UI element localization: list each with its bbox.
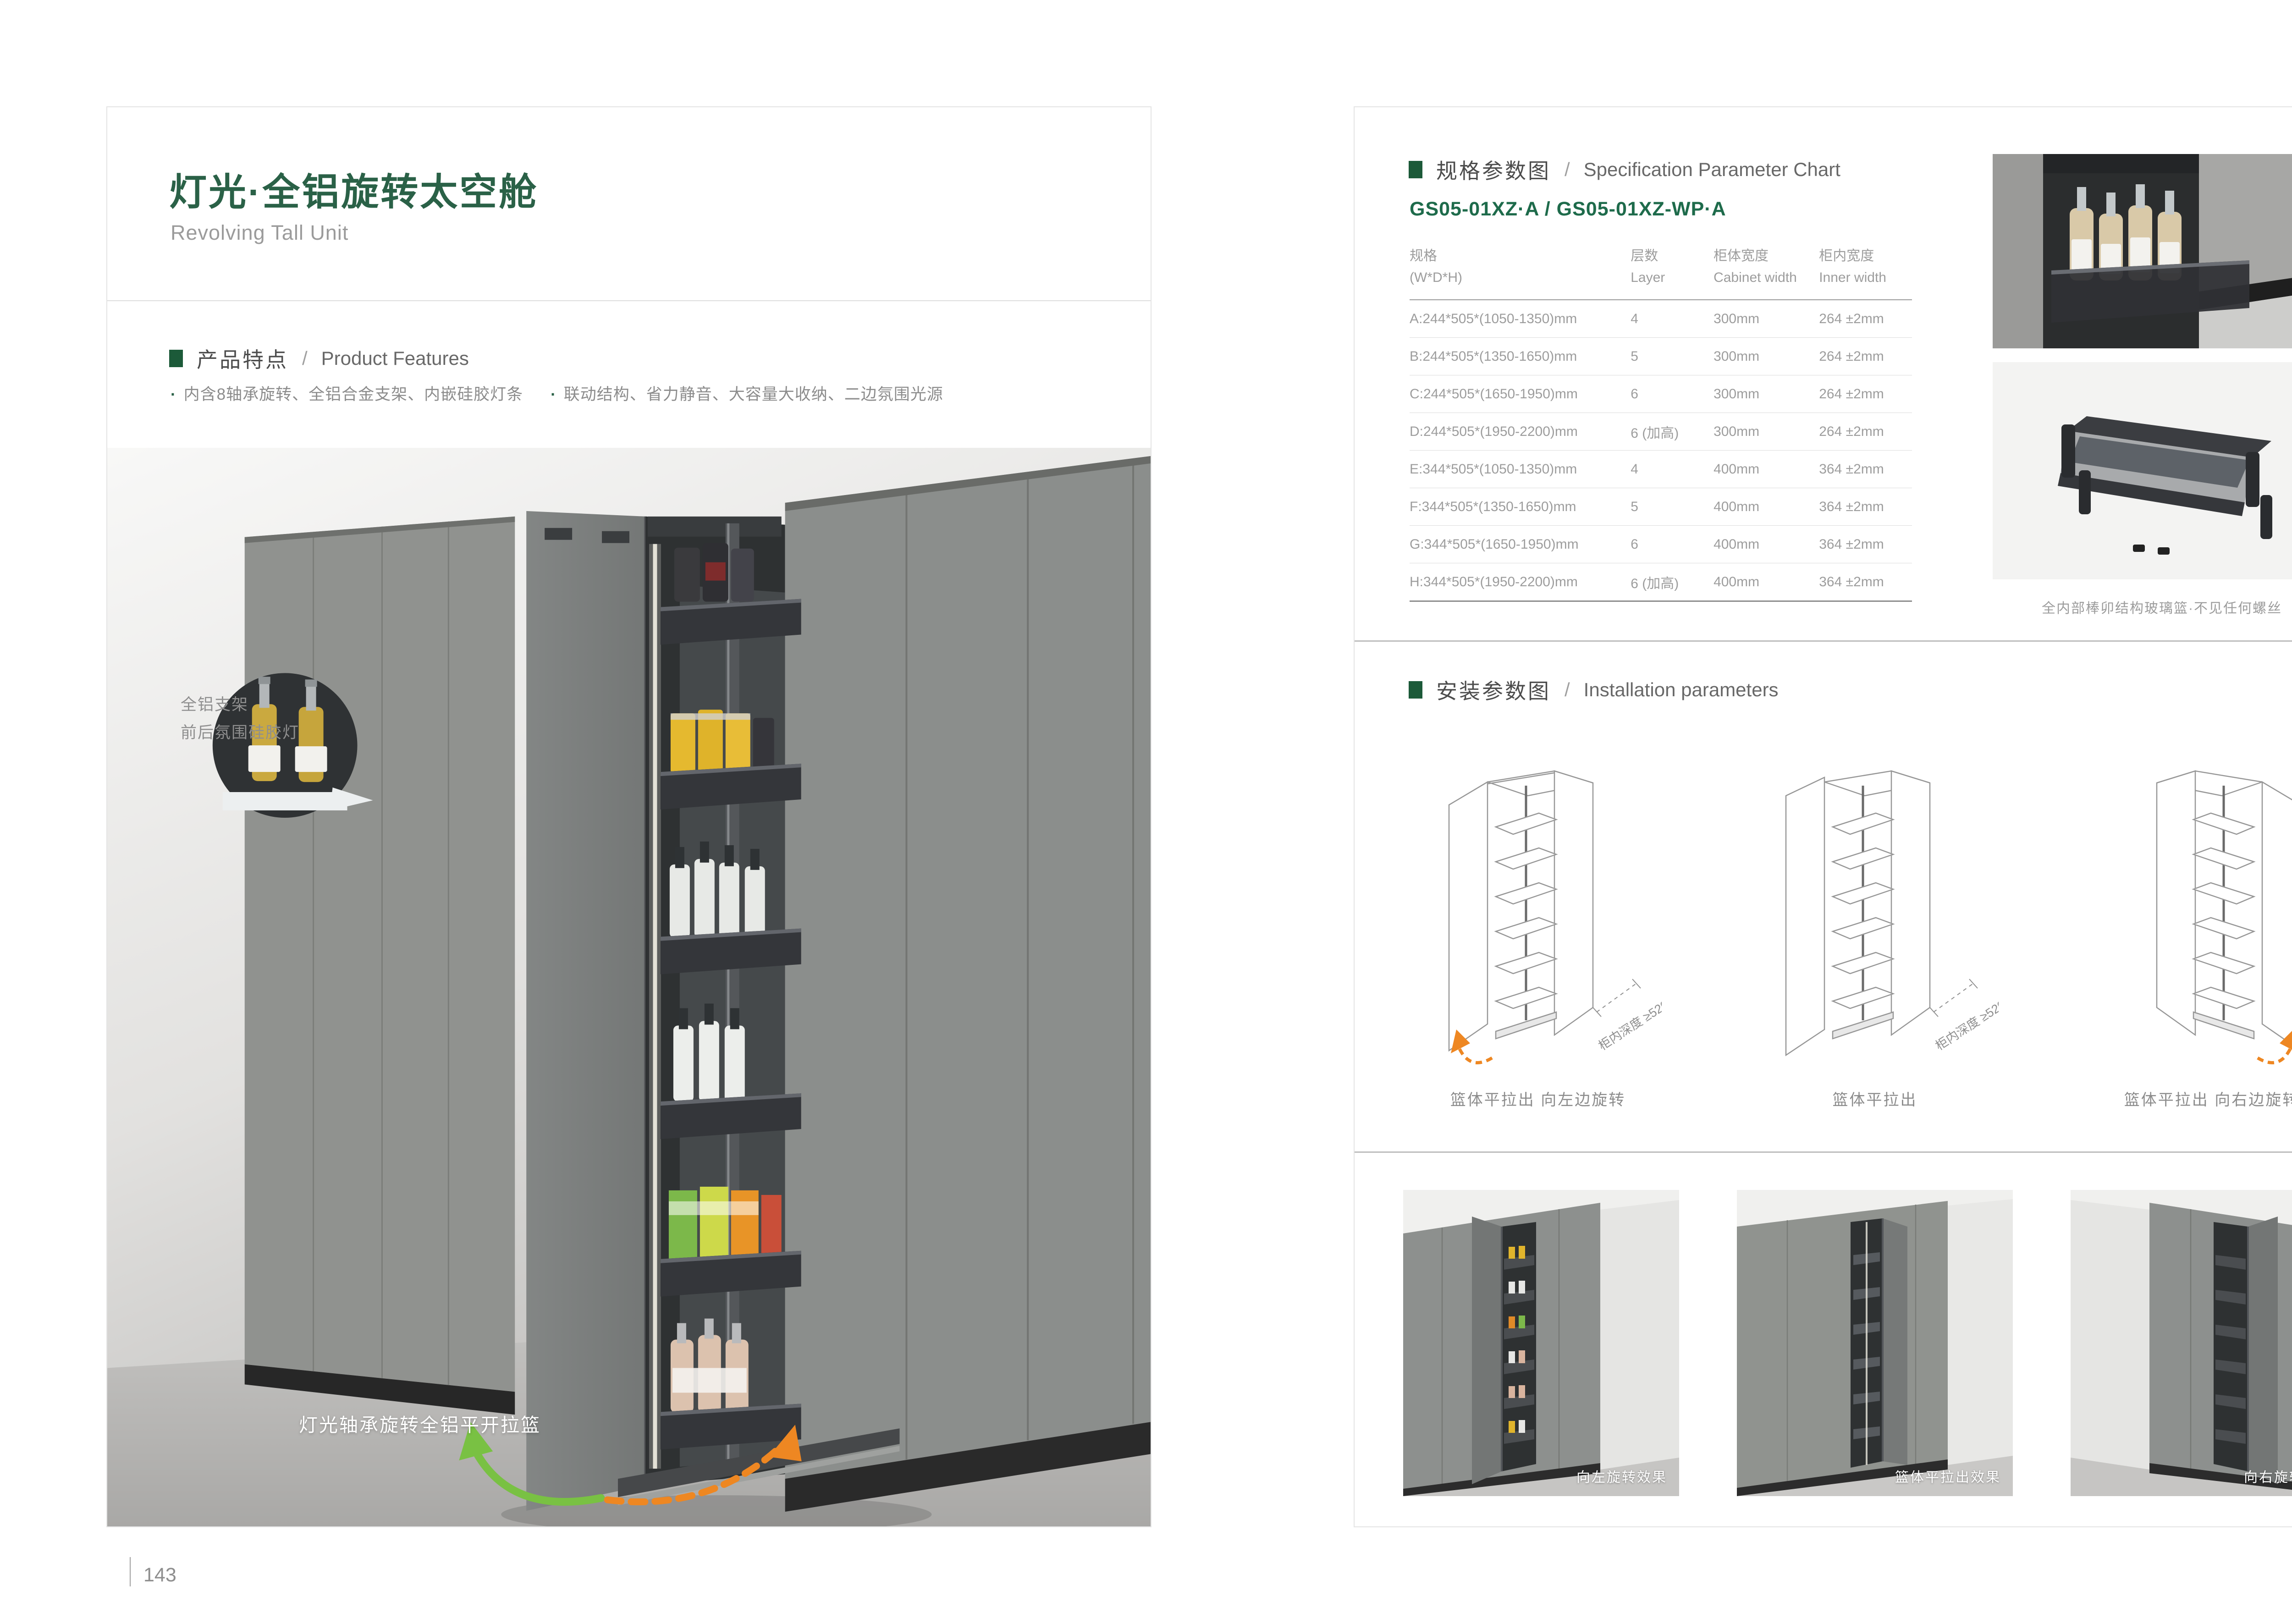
left-page-footer: 143 xyxy=(130,1557,176,1586)
spec-photo-caption: 全内部棒卯结构玻璃篮·不见任何螺丝 xyxy=(1993,597,2292,617)
heading-separator: / xyxy=(302,347,308,369)
col-header: 柜内宽度Inner width xyxy=(1819,246,1912,288)
heading-separator: / xyxy=(1565,159,1570,181)
spec-photos: 全内部棒卯结构玻璃篮·不见任何螺丝 xyxy=(1993,154,2292,617)
page-subtitle: Revolving Tall Unit xyxy=(171,221,348,245)
installation-diagrams: 柜内深度 ≥520mm 篮体平拉出 向左边旋转 xyxy=(1387,727,2292,1110)
effect-photo-rotate-left: 向左旋转效果 xyxy=(1403,1190,1679,1496)
section-marker-icon xyxy=(169,350,183,367)
feature-bullet: 内含8轴承旋转、全铝合金支架、内嵌硅胶灯条 xyxy=(171,381,523,405)
title-divider xyxy=(107,300,1151,301)
spec-section-heading: 规格参数图 / Specification Parameter Chart xyxy=(1409,154,1840,185)
spec-table-header: 规格(W*D*H) 层数Layer 柜体宽度Cabinet width 柜内宽度… xyxy=(1410,246,1912,300)
footer-divider-line xyxy=(130,1557,131,1586)
table-row: F:344*505*(1350-1650)mm5 400mm364 ±2mm xyxy=(1410,488,1912,526)
left-page: 灯光·全铝旋转太空舱 Revolving Tall Unit 产品特点 / Pr… xyxy=(106,106,1152,1527)
effect-photo-pullout: 篮体平拉出效果 xyxy=(1737,1190,2013,1496)
section-divider xyxy=(1355,640,2292,642)
table-row: G:344*505*(1650-1950)mm6 400mm364 ±2mm xyxy=(1410,526,1912,563)
depth-dimension-label: 柜内深度 ≥520mm xyxy=(1596,986,1662,1053)
product-photo: 全铝支架 前后氛围硅胶灯 灯光轴承旋转全铝平开拉篮 xyxy=(107,448,1151,1526)
col-header: 规格(W*D*H) xyxy=(1410,246,1631,288)
table-row: A:244*505*(1050-1350)mm4 300mm264 ±2mm xyxy=(1410,300,1912,338)
col-header: 层数Layer xyxy=(1631,246,1713,288)
side-callout-line2: 前后氛围硅胶灯 xyxy=(181,719,299,747)
effect-caption: 向左旋转效果 xyxy=(1576,1466,1667,1486)
feature-bullets: 内含8轴承旋转、全铝合金支架、内嵌硅胶灯条 联动结构、省力静音、大容量大收纳、二… xyxy=(171,381,943,405)
feature-bullet: 联动结构、省力静音、大容量大收纳、二边氛围光源 xyxy=(551,381,943,405)
diagram-rotate-right: 篮体平拉出 向右边旋转 xyxy=(2061,727,2292,1110)
open-door xyxy=(526,511,645,1511)
table-row: H:344*505*(1950-2200)mm6 (加高) 400mm364 ±… xyxy=(1410,563,1912,602)
table-row: B:244*505*(1350-1650)mm5 300mm264 ±2mm xyxy=(1410,338,1912,375)
depth-dimension-label: 柜内深度 ≥520mm xyxy=(1933,986,1999,1053)
effect-photos: 向左旋转效果 xyxy=(1403,1190,2292,1496)
catalog-spread: 灯光·全铝旋转太空舱 Revolving Tall Unit 产品特点 / Pr… xyxy=(0,0,2292,1624)
section-divider xyxy=(1355,1151,2292,1153)
page-number: 143 xyxy=(143,1564,176,1586)
features-heading-en: Product Features xyxy=(321,347,469,369)
effect-photo-illustration xyxy=(1737,1190,2013,1496)
glass-basket-photo xyxy=(1993,362,2292,579)
isometric-cabinet-diagram: 柜内深度 ≥520mm xyxy=(1414,727,1662,1085)
diagram-pullout: 柜内深度 ≥520mm 篮体平拉出 xyxy=(1724,727,2026,1110)
spec-table: 规格(W*D*H) 层数Layer 柜体宽度Cabinet width 柜内宽度… xyxy=(1410,246,1912,602)
basket-closeup-photo xyxy=(1993,154,2292,348)
features-section-heading: 产品特点 / Product Features xyxy=(169,343,469,374)
left-cabinet xyxy=(245,517,515,1415)
bottom-callout: 灯光轴承旋转全铝平开拉篮 xyxy=(299,1409,541,1437)
section-marker-icon xyxy=(1409,681,1422,699)
effect-caption: 篮体平拉出效果 xyxy=(1895,1466,2001,1486)
isometric-cabinet-diagram: 柜内深度 ≥520mm xyxy=(1751,727,1999,1085)
right-page: 规格参数图 / Specification Parameter Chart GS… xyxy=(1354,106,2292,1527)
diagram-caption: 篮体平拉出 向左边旋转 xyxy=(1450,1087,1625,1110)
page-title: 灯光·全铝旋转太空舱 xyxy=(169,161,538,216)
section-marker-icon xyxy=(1409,161,1422,178)
effect-photo-illustration xyxy=(1403,1190,1679,1496)
effect-photo-rotate-right: 向右旋转效果 xyxy=(2071,1190,2292,1496)
table-row: C:244*505*(1650-1950)mm6 300mm264 ±2mm xyxy=(1410,375,1912,413)
install-section-heading: 安装参数图 / Installation parameters xyxy=(1409,675,1779,705)
diagram-caption: 篮体平拉出 xyxy=(1833,1087,1917,1110)
right-cabinet xyxy=(785,456,1151,1512)
isometric-cabinet-diagram xyxy=(2088,727,2292,1085)
table-row: D:244*505*(1950-2200)mm6 (加高) 300mm264 ±… xyxy=(1410,413,1912,451)
features-heading-cn: 产品特点 xyxy=(197,343,288,374)
col-header: 柜体宽度Cabinet width xyxy=(1713,246,1819,288)
install-heading-en: Installation parameters xyxy=(1584,679,1779,701)
spec-heading-en: Specification Parameter Chart xyxy=(1584,159,1840,181)
model-codes: GS05-01XZ·A / GS05-01XZ-WP·A xyxy=(1410,198,1726,220)
effect-caption: 向右旋转效果 xyxy=(2244,1466,2292,1486)
side-callout-line1: 全铝支架 xyxy=(181,691,299,719)
product-photo-illustration xyxy=(107,448,1151,1526)
effect-photo-illustration xyxy=(2071,1190,2292,1496)
diagram-caption: 篮体平拉出 向右边旋转 xyxy=(2124,1087,2292,1110)
diagram-rotate-left: 柜内深度 ≥520mm 篮体平拉出 向左边旋转 xyxy=(1387,727,1689,1110)
table-row: E:344*505*(1050-1350)mm4 400mm364 ±2mm xyxy=(1410,451,1912,488)
heading-separator: / xyxy=(1565,679,1570,701)
spec-heading-cn: 规格参数图 xyxy=(1436,154,1551,185)
side-callout: 全铝支架 前后氛围硅胶灯 xyxy=(181,691,299,747)
install-heading-cn: 安装参数图 xyxy=(1436,675,1551,705)
